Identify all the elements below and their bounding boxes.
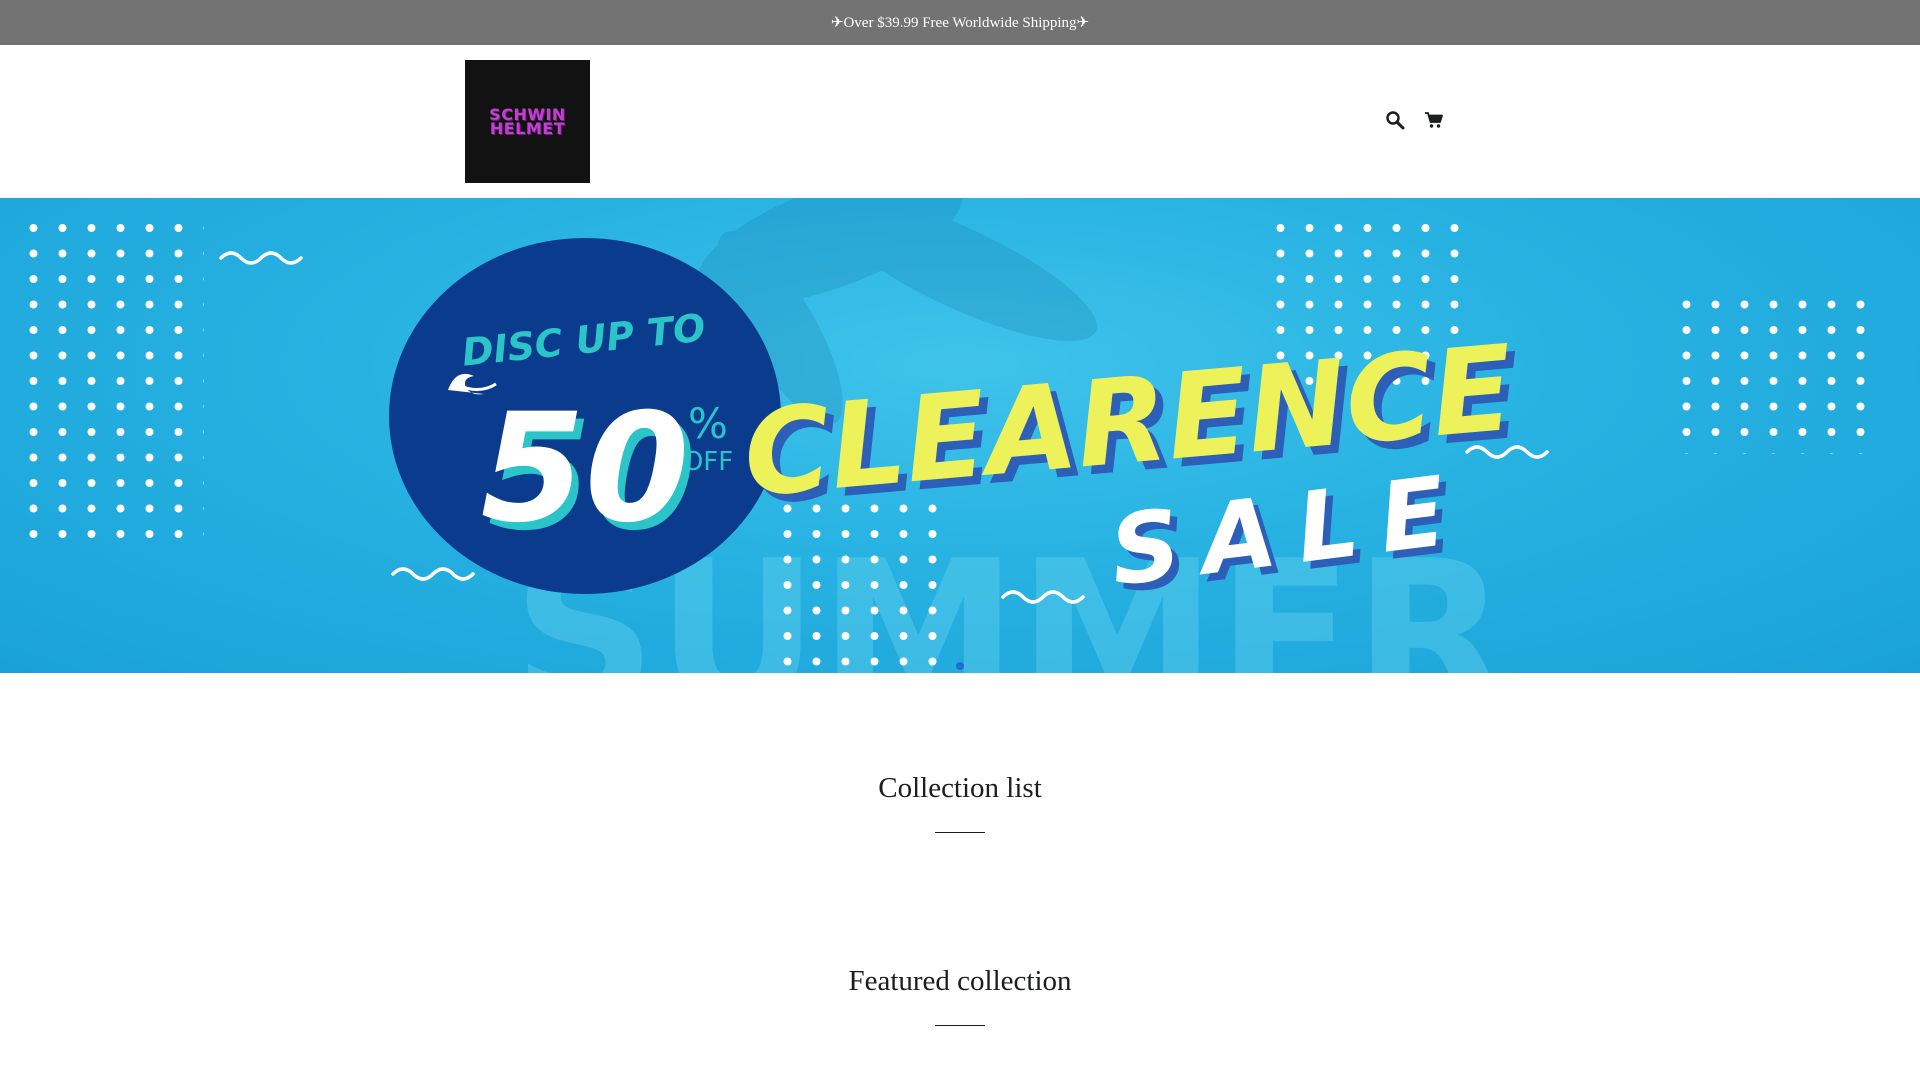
hero-artwork: SUMMER DISC UP TO 50 50 % OFF CLEARENCE … (14, 198, 1865, 673)
off-text: OFF (683, 447, 733, 477)
percent-number: 50 (481, 382, 690, 556)
slider-dot (956, 662, 964, 670)
logo-text: SCHWIN HELMET (489, 106, 566, 138)
announcement-bar: ✈Over $39.99 Free Worldwide Shipping✈ (0, 0, 1920, 45)
collection-list-divider (935, 832, 985, 833)
featured-collection-divider (935, 1025, 985, 1026)
logo-line-2: HELMET (489, 118, 566, 138)
hero-banner[interactable]: SUMMER DISC UP TO 50 50 % OFF CLEARENCE … (0, 198, 1920, 673)
site-logo[interactable]: SCHWIN HELMET (465, 60, 590, 183)
collection-list-title: Collection list (878, 772, 1042, 804)
cart-icon[interactable] (1420, 106, 1448, 134)
site-header: SCHWIN HELMET (0, 45, 1920, 198)
dot-grid-right (1675, 289, 1865, 454)
featured-collection-title: Featured collection (848, 965, 1072, 997)
search-icon[interactable] (1381, 106, 1409, 134)
dot-grid-left (14, 213, 204, 555)
announcement-text: ✈Over $39.99 Free Worldwide Shipping✈ (830, 15, 1090, 31)
percent-sign: % (688, 399, 728, 448)
